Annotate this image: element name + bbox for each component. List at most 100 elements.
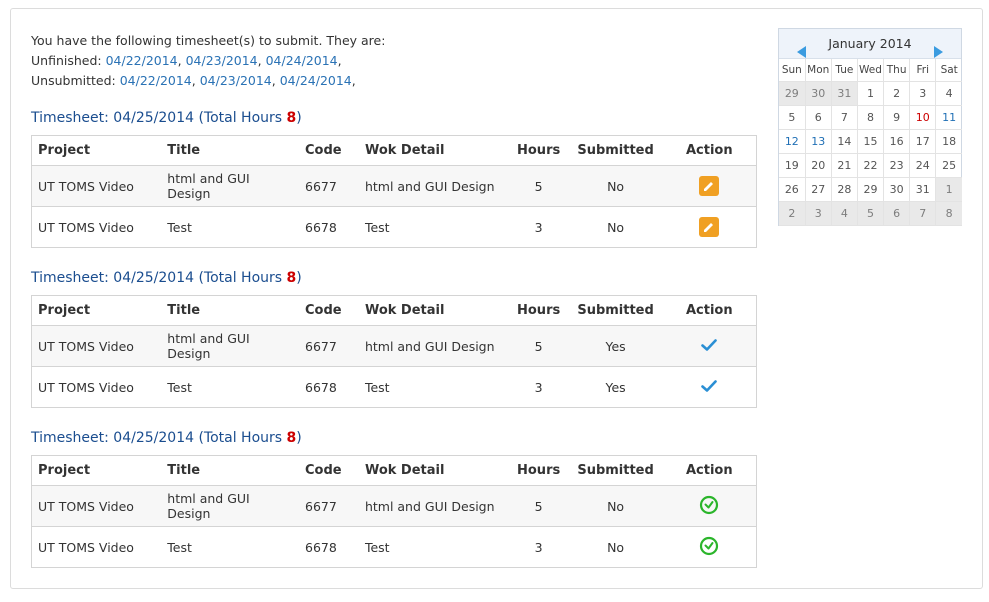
timesheet-title: Timesheet: 04/25/2014 (Total Hours 8)	[31, 110, 302, 126]
calendar-day[interactable]: 30	[804, 80, 832, 106]
calendar-day[interactable]: 11	[935, 104, 962, 130]
calendar-day[interactable]: 21	[830, 152, 858, 178]
calendar-day[interactable]: 31	[909, 176, 937, 202]
col-hours: Hours	[508, 455, 569, 486]
cell-code: 6677	[299, 165, 359, 207]
calendar-day[interactable]: 13	[804, 128, 832, 154]
col-submitted: Submitted	[568, 295, 663, 326]
calendar-day[interactable]: 6	[883, 200, 911, 226]
calendar-day[interactable]: 29	[856, 176, 885, 202]
calendar-day[interactable]: 4	[830, 200, 858, 226]
calendar-day[interactable]: 9	[883, 104, 911, 130]
prev-month-icon[interactable]	[797, 39, 807, 69]
cell-project: UT TOMS Video	[31, 526, 162, 568]
next-month-icon[interactable]	[933, 39, 943, 69]
edit-icon[interactable]	[699, 217, 720, 237]
unsubmitted-link[interactable]: 04/24/2014	[280, 73, 352, 88]
cell-hours: 3	[508, 206, 569, 248]
unsubmitted-link[interactable]: 04/22/2014	[120, 73, 192, 88]
timesheet-title: Timesheet: 04/25/2014 (Total Hours 8)	[31, 430, 302, 446]
col-project: Project	[31, 455, 162, 486]
unfinished-link[interactable]: 04/23/2014	[186, 53, 258, 68]
col-submitted: Submitted	[568, 455, 663, 486]
cell-project: UT TOMS Video	[31, 206, 162, 248]
calendar-day[interactable]: 29	[779, 80, 806, 106]
separator: ,	[177, 53, 186, 68]
calendar-header: January 2014	[779, 29, 961, 59]
calendar-day[interactable]: 18	[935, 128, 962, 154]
calendar-day[interactable]: 7	[830, 104, 858, 130]
calendar-day[interactable]: 15	[856, 128, 885, 154]
cell-submitted: No	[568, 485, 663, 527]
col-code: Code	[299, 455, 359, 486]
weekday-label: Mon	[804, 59, 832, 82]
cell-hours: 5	[508, 325, 569, 367]
calendar-day[interactable]: 1	[935, 176, 962, 202]
calendar-day[interactable]: 7	[909, 200, 937, 226]
clock-icon[interactable]	[699, 536, 719, 559]
calendar-day[interactable]: 5	[856, 200, 885, 226]
col-action: Action	[662, 455, 757, 486]
calendar-day[interactable]: 22	[856, 152, 885, 178]
unfinished-link[interactable]: 04/22/2014	[106, 53, 178, 68]
total-hours-value: 8	[286, 110, 297, 126]
calendar-day[interactable]: 12	[779, 128, 806, 154]
calendar-day[interactable]: 25	[935, 152, 962, 178]
col-code: Code	[299, 295, 359, 326]
cell-submitted: Yes	[568, 366, 663, 408]
calendar-day[interactable]: 6	[804, 104, 832, 130]
calendar-widget: January 2014 Sun Mon Tue Wed Thu Fri Sat…	[778, 28, 962, 226]
timesheet-title-suffix: )	[296, 270, 302, 286]
cell-work-detail: Test	[358, 366, 509, 408]
cell-hours: 5	[508, 165, 569, 207]
calendar-week: 5 6 7 8 9 10 11	[779, 104, 962, 130]
calendar-day[interactable]: 2	[779, 200, 806, 226]
calendar-day[interactable]: 14	[830, 128, 858, 154]
cell-work-detail: html and GUI Design	[358, 325, 509, 367]
calendar-day[interactable]: 17	[909, 128, 937, 154]
calendar-day[interactable]: 28	[830, 176, 858, 202]
calendar-month-label: January 2014	[828, 36, 912, 51]
calendar-day[interactable]: 1	[856, 80, 885, 106]
calendar-day[interactable]: 16	[883, 128, 911, 154]
calendar-day[interactable]: 23	[883, 152, 911, 178]
table-header-row: Project Title Code Wok Detail Hours Subm…	[31, 135, 757, 166]
unfinished-link[interactable]: 04/24/2014	[266, 53, 338, 68]
edit-icon[interactable]	[699, 176, 720, 196]
col-title: Title	[161, 135, 299, 166]
timesheet-title-suffix: )	[296, 430, 302, 446]
calendar-day-today[interactable]: 10	[909, 104, 937, 130]
calendar-day[interactable]: 5	[779, 104, 806, 130]
calendar-day[interactable]: 19	[779, 152, 806, 178]
cell-title: Test	[161, 366, 299, 408]
calendar-day[interactable]: 30	[883, 176, 911, 202]
calendar-day[interactable]: 27	[804, 176, 832, 202]
weekday-label: Wed	[856, 59, 885, 82]
timesheet-table: Project Title Code Wok Detail Hours Subm…	[31, 135, 757, 248]
calendar-day[interactable]: 3	[909, 80, 937, 106]
col-action: Action	[662, 135, 757, 166]
calendar-day[interactable]: 26	[779, 176, 806, 202]
calendar-day[interactable]: 2	[883, 80, 911, 106]
calendar-day[interactable]: 3	[804, 200, 832, 226]
weekday-label: Fri	[909, 59, 937, 82]
calendar-day[interactable]: 8	[856, 104, 885, 130]
col-work-detail: Wok Detail	[358, 295, 509, 326]
calendar-day[interactable]: 24	[909, 152, 937, 178]
cell-action	[662, 325, 757, 367]
cell-hours: 3	[508, 526, 569, 568]
calendar-day[interactable]: 31	[830, 80, 858, 106]
table-header-row: Project Title Code Wok Detail Hours Subm…	[31, 295, 757, 326]
cell-hours: 5	[508, 485, 569, 527]
clock-icon[interactable]	[699, 495, 719, 518]
calendar-day[interactable]: 20	[804, 152, 832, 178]
unsubmitted-link[interactable]: 04/23/2014	[200, 73, 272, 88]
timesheet-title-text: Timesheet: 04/25/2014 (Total Hours	[31, 270, 287, 286]
cell-action	[662, 206, 757, 248]
cell-hours: 3	[508, 366, 569, 408]
calendar-day[interactable]: 4	[935, 80, 962, 106]
cell-work-detail: Test	[358, 206, 509, 248]
calendar-day[interactable]: 8	[935, 200, 962, 226]
separator: ,	[191, 73, 200, 88]
cell-project: UT TOMS Video	[31, 485, 162, 527]
